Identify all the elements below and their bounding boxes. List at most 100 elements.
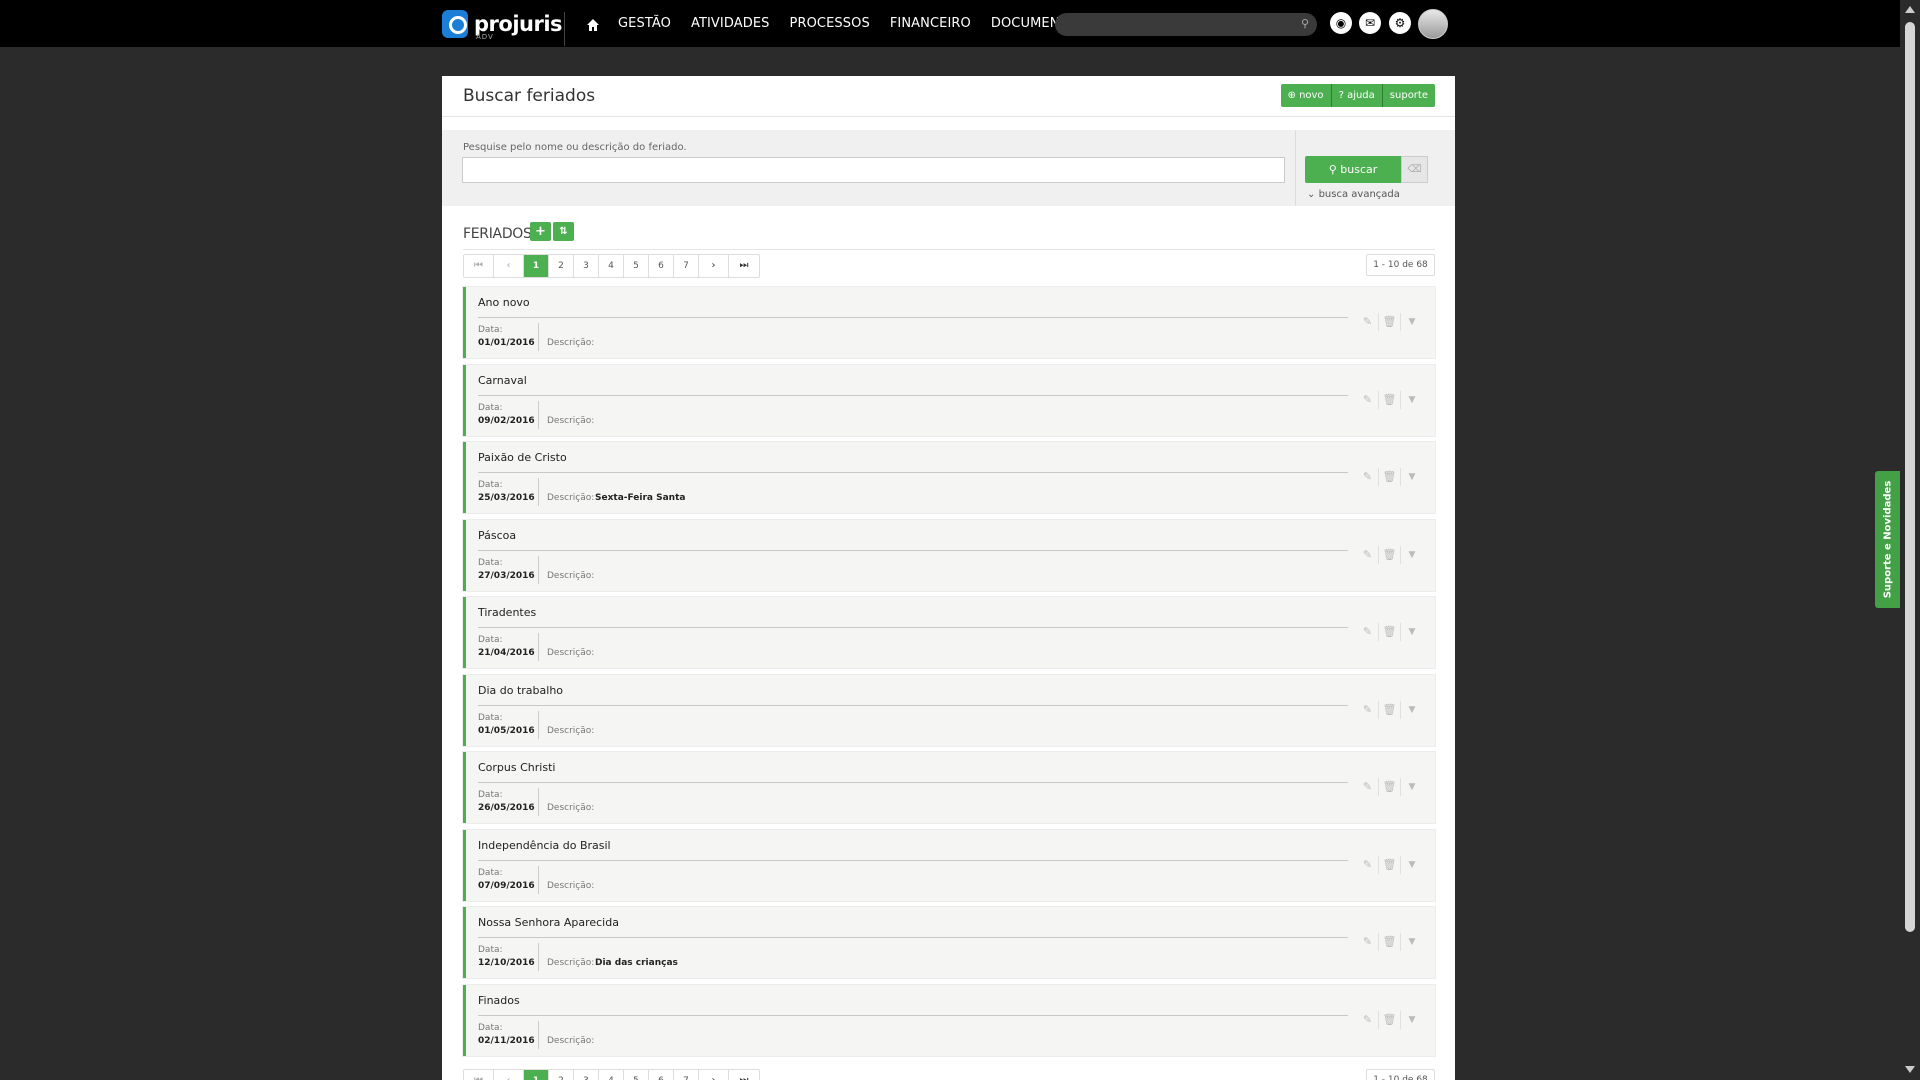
caret-down-icon[interactable]: ▼ [1401,468,1423,486]
date-label: Data: [478,1022,503,1033]
novo-label: novo [1299,90,1324,101]
trash-icon[interactable]: 🗑 [1379,390,1401,409]
caret-down-icon[interactable]: ▼ [1401,778,1423,796]
holiday-date: 21/04/2016 [478,648,535,658]
edit-icon[interactable]: ✎ [1357,700,1379,719]
global-search-input[interactable]: ⚲ [1055,13,1317,36]
edit-icon[interactable]: ✎ [1357,313,1379,331]
list-item[interactable]: Nossa Senhora Aparecida Data: 12/10/2016… [463,907,1435,978]
edit-icon[interactable]: ✎ [1357,1010,1379,1029]
nav-item-gestao[interactable]: GESTÃO [618,16,671,31]
date-label: Data: [478,325,503,335]
nav-item-processos[interactable]: PROCESSOS [790,16,870,31]
next-page-icon[interactable]: › [699,255,729,277]
trash-icon[interactable]: 🗑 [1379,1010,1401,1029]
description-label: Descrição: [547,958,595,968]
edit-icon[interactable]: ✎ [1357,468,1379,486]
brand-logo[interactable]: projuris ADV [442,10,563,41]
holiday-name: Independência do Brasil [478,838,611,852]
ajuda-button[interactable]: ? ajuda [1331,84,1383,107]
list-item[interactable]: Corpus Christi Data: 26/05/2016 Descriçã… [463,752,1435,823]
list-item[interactable]: Independência do Brasil Data: 07/09/2016… [463,829,1435,901]
caret-down-icon[interactable]: ▼ [1401,1011,1423,1029]
holiday-name: Corpus Christi [478,761,556,774]
suporte-button[interactable]: suporte [1382,84,1435,107]
edit-icon[interactable]: ✎ [1357,855,1379,874]
list-item[interactable]: Finados Data: 02/11/2016 Descrição: ✎ 🗑 … [463,984,1435,1056]
next-page-icon[interactable]: › [699,1070,729,1080]
holiday-date: 26/05/2016 [478,803,535,813]
page-button[interactable]: 6 [649,1070,674,1080]
gear-icon[interactable]: ⚙ [1389,12,1411,34]
page-button[interactable]: 4 [599,255,624,277]
caret-down-icon[interactable]: ▼ [1401,933,1423,951]
page-button[interactable]: 3 [574,1070,599,1080]
list-item[interactable]: Tiradentes Data: 21/04/2016 Descrição: ✎… [463,597,1435,668]
list-item[interactable]: Carnaval Data: 09/02/2016 Descrição: ✎ 🗑… [463,364,1435,436]
page-button[interactable]: 2 [549,255,574,277]
sort-button[interactable]: ⇅ [553,222,574,241]
list-item[interactable]: Páscoa Data: 27/03/2016 Descrição: ✎ 🗑 ▼ [463,519,1435,591]
last-page-icon[interactable]: ⏭ [729,255,759,277]
page-button[interactable]: 4 [599,1070,624,1080]
nav-item-atividades[interactable]: ATIVIDADES [691,16,770,31]
nav-item-financeiro[interactable]: FINANCEIRO [890,16,971,31]
page-button[interactable]: 7 [674,1070,699,1080]
caret-down-icon[interactable]: ▼ [1401,701,1423,719]
trash-icon[interactable]: 🗑 [1379,313,1401,331]
edit-icon[interactable]: ✎ [1357,933,1379,951]
edit-icon[interactable]: ✎ [1357,623,1379,641]
trash-icon[interactable]: 🗑 [1379,855,1401,874]
buscar-button[interactable]: ⚲ buscar [1305,156,1401,183]
first-page-icon[interactable]: ⏮ [464,255,494,277]
header-buttons: ⊕ novo ? ajuda suporte [1280,84,1435,107]
trash-icon[interactable]: 🗑 [1379,623,1401,641]
novo-button[interactable]: ⊕ novo [1280,84,1332,107]
trash-icon[interactable]: 🗑 [1379,778,1401,796]
page-button[interactable]: 5 [624,1070,649,1080]
home-icon[interactable] [586,17,600,31]
help-circle-icon[interactable]: ◉ [1330,12,1352,34]
holiday-search-input[interactable] [462,157,1285,183]
edit-icon[interactable]: ✎ [1357,778,1379,796]
mail-icon[interactable]: ✉ [1359,12,1381,34]
page-button[interactable]: 2 [549,1070,574,1080]
scroll-thumb[interactable] [1905,22,1915,932]
page-button[interactable]: 5 [624,255,649,277]
prev-page-icon[interactable]: ‹ [494,1070,524,1080]
user-avatar[interactable] [1418,9,1448,39]
scroll-down-arrow-icon[interactable] [1905,1066,1915,1073]
list-item[interactable]: Ano novo Data: 01/01/2016 Descrição: ✎ 🗑… [463,287,1435,358]
list-item[interactable]: Dia do trabalho Data: 01/05/2016 Descriç… [463,674,1435,746]
support-news-tab[interactable]: Suporte e Novidades [1875,471,1900,608]
edit-icon[interactable]: ✎ [1357,545,1379,564]
holiday-name: Nossa Senhora Aparecida [478,916,619,929]
add-holiday-button[interactable]: + [530,222,551,241]
page-button[interactable]: 1 [524,255,549,277]
caret-down-icon[interactable]: ▼ [1401,856,1423,874]
page-title: Buscar feriados [463,86,596,106]
trash-icon[interactable]: 🗑 [1379,700,1401,719]
prev-page-icon[interactable]: ‹ [494,255,524,277]
trash-icon[interactable]: 🗑 [1379,933,1401,951]
caret-down-icon[interactable]: ▼ [1401,313,1423,331]
page-button[interactable]: 1 [524,1070,549,1080]
caret-down-icon[interactable]: ▼ [1401,391,1423,409]
trash-icon[interactable]: 🗑 [1379,545,1401,564]
page-button[interactable]: 6 [649,255,674,277]
page-button[interactable]: 3 [574,255,599,277]
brand-name: projuris [474,12,563,36]
caret-down-icon[interactable]: ▼ [1401,546,1423,564]
caret-down-icon[interactable]: ▼ [1401,623,1423,641]
trash-icon[interactable]: 🗑 [1379,468,1401,486]
scroll-up-arrow-icon[interactable] [1905,6,1915,13]
last-page-icon[interactable]: ⏭ [729,1070,759,1080]
edit-icon[interactable]: ✎ [1357,390,1379,409]
date-label: Data: [478,867,503,878]
advanced-search-link[interactable]: ⌄ busca avançada [1307,189,1400,200]
clear-search-icon[interactable]: ⌫ [1401,156,1428,183]
page-scrollbar[interactable] [1900,0,1920,1080]
page-button[interactable]: 7 [674,255,699,277]
list-item[interactable]: Paixão de Cristo Data: 25/03/2016 Descri… [463,442,1435,513]
first-page-icon[interactable]: ⏮ [464,1070,494,1080]
